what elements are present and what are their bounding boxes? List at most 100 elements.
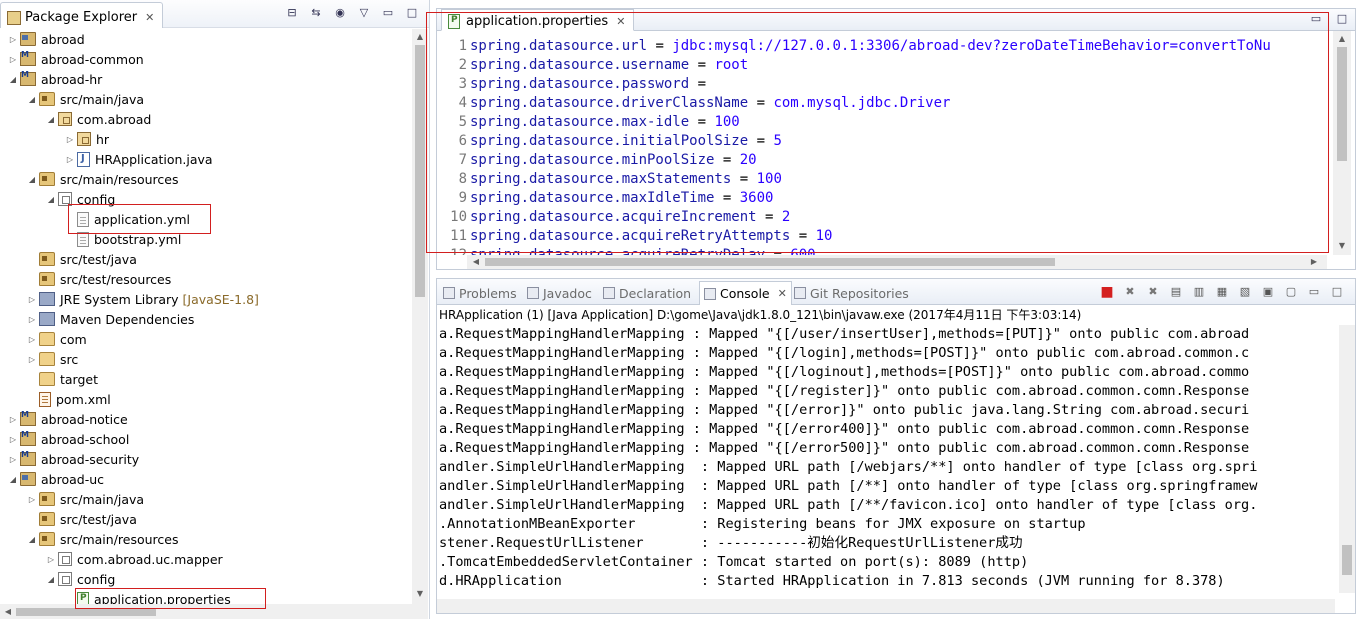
tree-item[interactable]: ▷ hr (63, 129, 109, 149)
code-line[interactable]: 11 spring.datasource.acquireRetryAttempts… (437, 227, 832, 246)
tree-item[interactable]: ▷ JRE System Library [JavaSE-1.8] (25, 289, 259, 309)
editor-tab-application-properties[interactable]: application.properties ✕ (441, 9, 635, 31)
tree-item[interactable]: ◢ src/main/resources (25, 529, 179, 549)
minimize-icon[interactable]: ▭ (1306, 284, 1322, 300)
tab-declaration[interactable]: Declaration (603, 283, 691, 303)
code-line[interactable]: 4 spring.datasource.driverClassName = com… (437, 94, 951, 113)
scroll-up-icon[interactable]: ▲ (1335, 32, 1349, 46)
code-line[interactable]: 8 spring.datasource.maxStatements = 100 (437, 170, 782, 189)
maximize-icon[interactable]: □ (1329, 284, 1345, 300)
collapse-arrow-icon[interactable]: ▷ (25, 492, 39, 506)
tree-item[interactable]: application.yml (63, 209, 190, 229)
code-line[interactable]: 7 spring.datasource.minPoolSize = 20 (437, 151, 757, 170)
expand-arrow-icon[interactable]: ◢ (6, 72, 20, 86)
tree-item[interactable]: src/test/resources (25, 269, 171, 289)
collapse-arrow-icon[interactable]: ▷ (44, 552, 58, 566)
collapse-arrow-icon[interactable]: ▷ (6, 412, 20, 426)
editor-horizontal-scrollbar[interactable]: ◀ ▶ (467, 255, 1327, 269)
expand-arrow-icon[interactable]: ◢ (25, 92, 39, 106)
collapse-arrow-icon[interactable]: ▷ (6, 32, 20, 46)
tree-item[interactable]: ▷ abroad-notice (6, 409, 128, 429)
tab-git-repositories[interactable]: Git Repositories (794, 283, 909, 303)
view-menu-icon[interactable]: ▽ (357, 6, 371, 20)
editor-vertical-scrollbar[interactable]: ▲ ▼ (1333, 31, 1351, 255)
tree-item[interactable]: ▷ abroad-common (6, 49, 144, 69)
collapse-arrow-icon[interactable]: ▷ (63, 152, 77, 166)
tree-item[interactable]: ▷ src (25, 349, 78, 369)
tree-item[interactable]: application.properties (63, 589, 231, 604)
tree-item[interactable]: ▷ com.abroad.uc.mapper (44, 549, 223, 569)
tree-item[interactable]: ◢ src/main/resources (25, 169, 179, 189)
explorer-vertical-scrollbar[interactable]: ▲ ▼ (412, 29, 428, 604)
expand-arrow-icon[interactable]: ◢ (44, 192, 58, 206)
code-line[interactable]: 6 spring.datasource.initialPoolSize = 5 (437, 132, 782, 151)
collapse-arrow-icon[interactable]: ▷ (6, 52, 20, 66)
expand-arrow-icon[interactable]: ◢ (25, 532, 39, 546)
package-explorer-tab[interactable]: Package Explorer ✕ (0, 2, 164, 28)
explorer-horizontal-scrollbar[interactable]: ◀ (0, 604, 428, 619)
tree-item[interactable]: ◢ src/main/java (25, 89, 144, 109)
tree-item[interactable]: src/test/java (25, 249, 137, 269)
console-vertical-scrollbar[interactable] (1339, 325, 1355, 593)
expand-arrow-icon[interactable]: ◢ (25, 172, 39, 186)
scroll-down-icon[interactable]: ▼ (413, 587, 427, 601)
code-line[interactable]: 12 spring.datasource.acquireRetryDelay = … (437, 246, 815, 255)
code-line[interactable]: 10 spring.datasource.acquireIncrement = 2 (437, 208, 790, 227)
maximize-icon[interactable]: □ (405, 6, 419, 20)
tree-item[interactable]: bootstrap.yml (63, 229, 181, 249)
tree-item[interactable]: ▷ Maven Dependencies (25, 309, 194, 329)
console-output[interactable]: a.RequestMappingHandlerMapping : Mapped … (439, 325, 1337, 593)
console-scroll-thumb[interactable] (1342, 545, 1352, 575)
collapse-arrow-icon[interactable]: ▷ (25, 332, 39, 346)
collapse-arrow-icon[interactable]: ▷ (6, 452, 20, 466)
tree-item[interactable]: pom.xml (25, 389, 111, 409)
explorer-scroll-thumb[interactable] (415, 45, 425, 297)
close-icon[interactable]: ✕ (145, 11, 154, 24)
tree-item[interactable]: ◢ abroad-uc (6, 469, 104, 489)
tree-item[interactable]: ▷ abroad-school (6, 429, 129, 449)
tree-item[interactable]: ◢ abroad-hr (6, 69, 102, 89)
minimize-icon[interactable]: ▭ (1309, 12, 1323, 26)
remove-all-icon[interactable]: ✖ (1145, 284, 1161, 300)
word-wrap-icon[interactable]: ▦ (1214, 284, 1230, 300)
display-selected-icon[interactable]: ▣ (1260, 284, 1276, 300)
link-with-editor-icon[interactable]: ⇆ (309, 6, 323, 20)
clear-console-icon[interactable]: ▤ (1168, 284, 1184, 300)
expand-arrow-icon[interactable]: ◢ (44, 112, 58, 126)
collapse-all-icon[interactable]: ⊟ (285, 6, 299, 20)
tree-item[interactable]: ▷ com (25, 329, 87, 349)
tab-console[interactable]: Console ✕ (699, 281, 792, 305)
minimize-icon[interactable]: ▭ (381, 6, 395, 20)
editor-hscroll-thumb[interactable] (485, 258, 1055, 266)
collapse-arrow-icon[interactable]: ▷ (25, 292, 39, 306)
code-line[interactable]: 9 spring.datasource.maxIdleTime = 3600 (437, 189, 774, 208)
scroll-lock-icon[interactable]: ▥ (1191, 284, 1207, 300)
open-console-icon[interactable]: ▢ (1283, 284, 1299, 300)
scroll-left-icon[interactable]: ◀ (469, 255, 483, 269)
pin-console-icon[interactable]: ▧ (1237, 284, 1253, 300)
code-line[interactable]: 5 spring.datasource.max-idle = 100 (437, 113, 740, 132)
expand-arrow-icon[interactable]: ◢ (44, 572, 58, 586)
tab-javadoc[interactable]: Javadoc (527, 283, 592, 303)
editor-scroll-thumb[interactable] (1337, 47, 1347, 161)
code-line[interactable]: 1 spring.datasource.url = jdbc:mysql://12… (437, 37, 1271, 56)
remove-launch-icon[interactable]: ✖ (1122, 284, 1138, 300)
tree-item[interactable]: ▷ HRApplication.java (63, 149, 213, 169)
tree-item[interactable]: src/test/java (25, 509, 137, 529)
collapse-arrow-icon[interactable]: ▷ (63, 132, 77, 146)
code-area[interactable]: 1 spring.datasource.url = jdbc:mysql://12… (437, 31, 1335, 255)
scroll-left-icon[interactable]: ◀ (1, 605, 15, 619)
tree-item[interactable]: ◢ com.abroad (44, 109, 151, 129)
maximize-icon[interactable]: □ (1335, 12, 1349, 26)
terminate-icon[interactable]: ■ (1099, 284, 1115, 300)
tree-item[interactable]: ◢ config (44, 189, 115, 209)
tree-item[interactable]: ◢ config (44, 569, 115, 589)
scroll-up-icon[interactable]: ▲ (413, 30, 427, 44)
scroll-down-icon[interactable]: ▼ (1335, 239, 1349, 253)
collapse-arrow-icon[interactable]: ▷ (25, 312, 39, 326)
tree-item[interactable]: target (25, 369, 98, 389)
scroll-right-icon[interactable]: ▶ (1307, 255, 1321, 269)
expand-arrow-icon[interactable]: ◢ (6, 472, 20, 486)
tree-item[interactable]: ▷ src/main/java (25, 489, 144, 509)
code-line[interactable]: 3 spring.datasource.password = (437, 75, 714, 94)
